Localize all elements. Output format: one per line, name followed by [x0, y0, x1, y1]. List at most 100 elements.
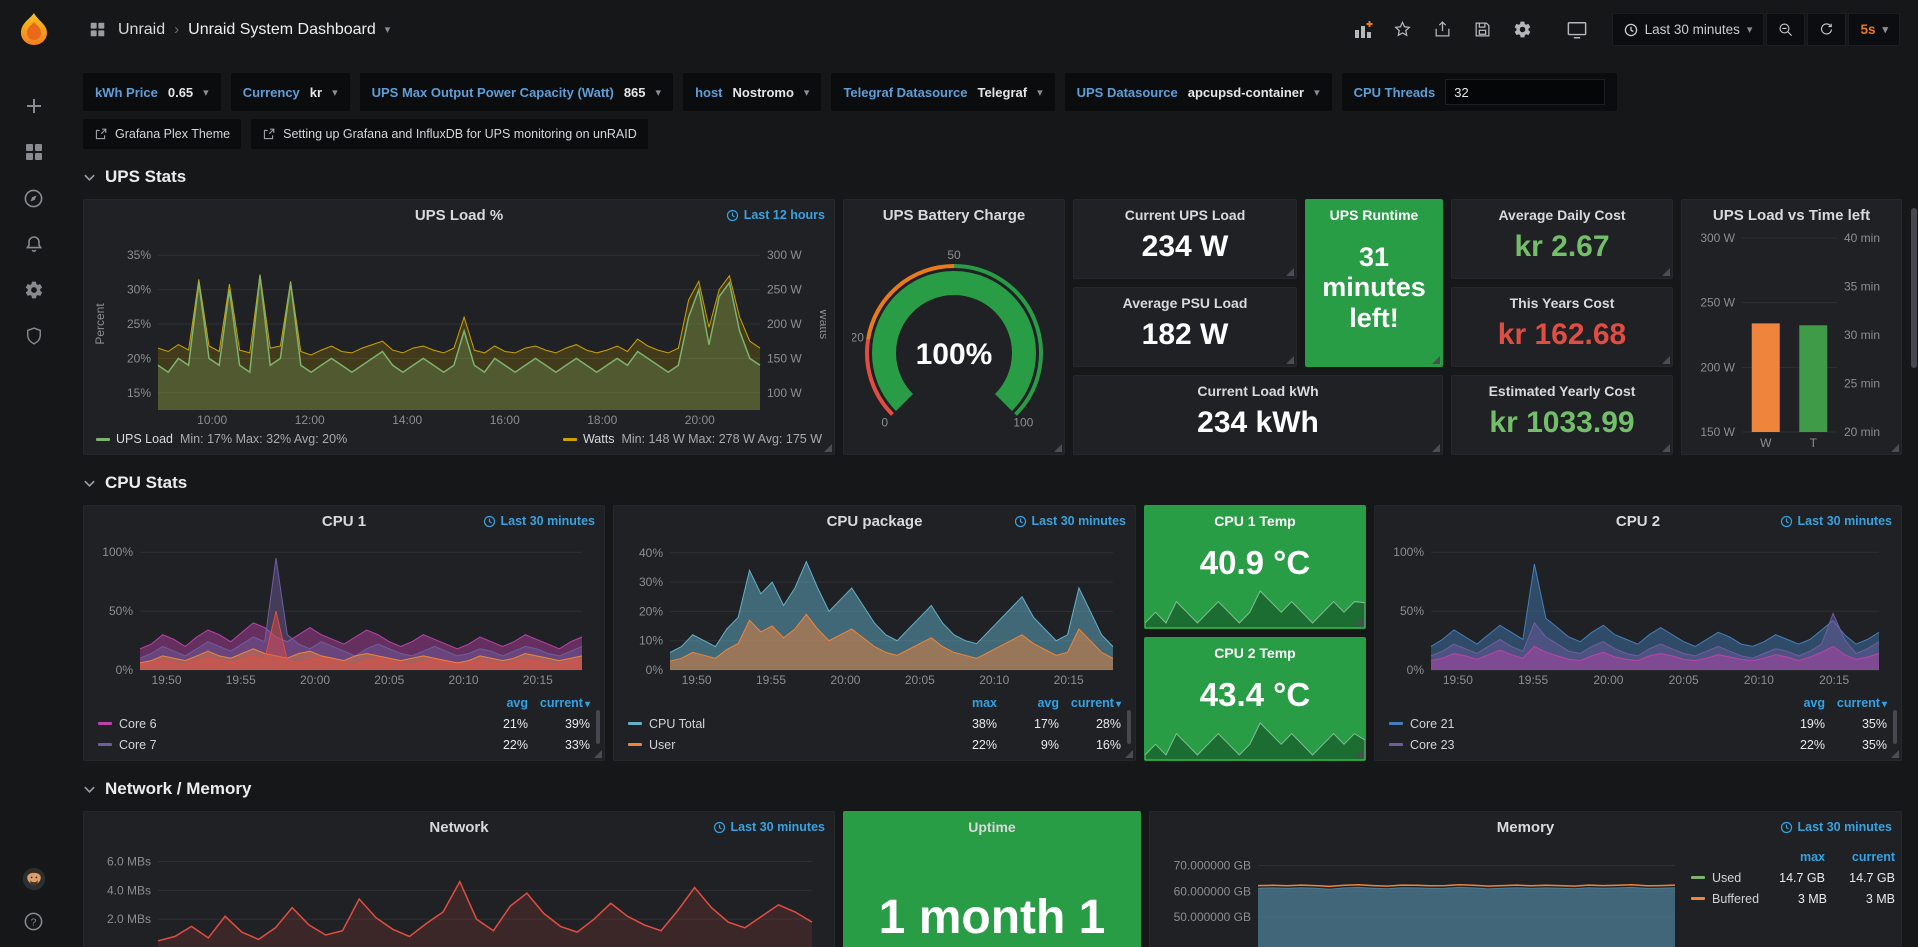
breadcrumb-folder[interactable]: Unraid: [118, 21, 165, 39]
cycle-view-mode-button[interactable]: [1562, 15, 1592, 45]
legend-series[interactable]: Core 21: [1389, 717, 1763, 731]
chevron-down-icon[interactable]: ▾: [385, 23, 391, 36]
panel-title[interactable]: CPU 1: [322, 513, 366, 530]
refresh-interval-dropdown[interactable]: 5s ▾: [1848, 13, 1900, 46]
panel-title[interactable]: Current Load kWh: [1193, 383, 1322, 399]
cpu-threads-input[interactable]: [1445, 79, 1605, 105]
server-admin-shield-icon[interactable]: [22, 324, 46, 348]
panel-title[interactable]: UPS Runtime: [1326, 207, 1423, 223]
navbar: Unraid › Unraid System Dashboard ▾: [67, 0, 1918, 59]
panel-resize-handle[interactable]: [594, 750, 602, 758]
legend-sort-current[interactable]: current▾: [528, 696, 590, 710]
panel-title[interactable]: UPS Load %: [415, 207, 503, 224]
panel-resize-handle[interactable]: [1286, 356, 1294, 364]
legend-sort-current[interactable]: current: [1825, 850, 1895, 864]
panel-resize-handle[interactable]: [1355, 618, 1363, 626]
variable-kwh-price[interactable]: kWh Price 0.65 ▾: [83, 73, 221, 111]
section-ups-stats[interactable]: UPS Stats: [83, 167, 1902, 187]
dashboard-link-grafana-plex-theme[interactable]: Grafana Plex Theme: [83, 119, 241, 149]
dashboards-icon[interactable]: [22, 140, 46, 164]
time-range-picker[interactable]: Last 30 minutes ▾: [1612, 13, 1765, 46]
legend-sort-current[interactable]: current▾: [1825, 696, 1887, 710]
legend-series[interactable]: Core 7: [98, 738, 466, 752]
panel-title[interactable]: CPU 2: [1616, 513, 1660, 530]
add-panel-button[interactable]: [1348, 15, 1378, 45]
panel-title[interactable]: CPU 2 Temp: [1210, 645, 1299, 661]
legend-sort-max[interactable]: max: [1755, 850, 1825, 864]
panel-title[interactable]: CPU 1 Temp: [1210, 513, 1299, 529]
panel-resize-handle[interactable]: [1662, 268, 1670, 276]
panel-title[interactable]: Network: [429, 819, 488, 836]
zoom-out-button[interactable]: [1766, 13, 1805, 46]
legend-series[interactable]: User: [628, 738, 935, 752]
explore-compass-icon[interactable]: [22, 186, 46, 210]
panel-resize-handle[interactable]: [1125, 750, 1133, 758]
legend-series-watts[interactable]: Watts Min: 148 W Max: 278 W Avg: 175 W: [563, 432, 822, 446]
panel-title[interactable]: This Years Cost: [1506, 295, 1619, 311]
panel-resize-handle[interactable]: [1662, 356, 1670, 364]
section-cpu-stats[interactable]: CPU Stats: [83, 473, 1902, 493]
legend-sort-current[interactable]: current▾: [1059, 696, 1121, 710]
panel-resize-handle[interactable]: [1891, 750, 1899, 758]
grafana-logo[interactable]: [14, 10, 54, 50]
network-chart[interactable]: 6.0 MBs4.0 MBs2.0 MBs: [92, 842, 826, 947]
legend-series[interactable]: CPU Total: [628, 717, 935, 731]
ups-load-vs-time-chart[interactable]: 300 W250 W200 W150 W40 min35 min30 min25…: [1690, 230, 1893, 452]
cpu-package-chart[interactable]: 40%30%20%10%0%19:5019:5520:0020:0520:102…: [622, 536, 1127, 688]
ups-load-chart[interactable]: 35%30%25%20%15%300 W250 W200 W150 W100 W…: [92, 230, 826, 428]
panel-title[interactable]: Uptime: [964, 819, 1019, 835]
legend-sort-avg[interactable]: avg: [1763, 696, 1825, 710]
alerting-bell-icon[interactable]: [22, 232, 46, 256]
legend-sort-avg[interactable]: avg: [466, 696, 528, 710]
star-button[interactable]: [1388, 15, 1418, 45]
panel-title[interactable]: Average PSU Load: [1119, 295, 1252, 311]
variable-currency[interactable]: Currency kr ▾: [231, 73, 350, 111]
panel-title[interactable]: Estimated Yearly Cost: [1485, 383, 1640, 399]
dashboard-link-ups-monitoring-guide[interactable]: Setting up Grafana and InfluxDB for UPS …: [251, 119, 648, 149]
dashboard-settings-button[interactable]: [1508, 15, 1538, 45]
cpu1-chart[interactable]: 100%50%0%19:5019:5520:0020:0520:1020:15: [92, 536, 596, 688]
panel-title[interactable]: Memory: [1497, 819, 1555, 836]
save-button[interactable]: [1468, 15, 1498, 45]
panel-title[interactable]: CPU package: [827, 513, 923, 530]
user-avatar[interactable]: [22, 867, 46, 891]
chevron-down-icon: [83, 171, 96, 184]
panel-title[interactable]: UPS Battery Charge: [883, 207, 1026, 224]
share-button[interactable]: [1428, 15, 1458, 45]
variable-ups-datasource[interactable]: UPS Datasource apcupsd-container ▾: [1065, 73, 1332, 111]
legend-sort-avg[interactable]: avg: [997, 696, 1059, 710]
cpu2-chart[interactable]: 100%50%0%19:5019:5520:0020:0520:1020:15: [1383, 536, 1893, 688]
panel-title[interactable]: UPS Load vs Time left: [1713, 207, 1870, 224]
variable-host[interactable]: host Nostromo ▾: [683, 73, 821, 111]
panel-resize-handle[interactable]: [1432, 444, 1440, 452]
memory-chart[interactable]: 70.000000 GB60.000000 GB50.000000 GB: [1158, 842, 1683, 947]
legend-series[interactable]: Core 23: [1389, 738, 1763, 752]
legend-series[interactable]: Core 6: [98, 717, 466, 731]
legend-scrollbar[interactable]: [1127, 710, 1131, 744]
configuration-gear-icon[interactable]: [22, 278, 46, 302]
legend-series-ups-load[interactable]: UPS Load Min: 17% Max: 32% Avg: 20%: [96, 432, 347, 446]
legend-series[interactable]: Used: [1691, 871, 1755, 885]
panel-title[interactable]: Average Daily Cost: [1494, 207, 1629, 223]
panel-resize-handle[interactable]: [1286, 268, 1294, 276]
panel-resize-handle[interactable]: [824, 444, 832, 452]
breadcrumb-dashboard-title[interactable]: Unraid System Dashboard: [188, 21, 376, 39]
help-icon[interactable]: ?: [22, 909, 46, 933]
legend-scrollbar[interactable]: [596, 710, 600, 744]
legend-sort-max[interactable]: max: [935, 696, 997, 710]
section-network-memory[interactable]: Network / Memory: [83, 779, 1902, 799]
svg-text:W: W: [1760, 436, 1772, 450]
create-plus-icon[interactable]: [22, 94, 46, 118]
panel-resize-handle[interactable]: [1662, 444, 1670, 452]
panel-resize-handle[interactable]: [1891, 444, 1899, 452]
panel-resize-handle[interactable]: [1355, 750, 1363, 758]
variable-ups-max-output[interactable]: UPS Max Output Power Capacity (Watt) 865…: [360, 73, 673, 111]
panel-resize-handle[interactable]: [1432, 356, 1440, 364]
panel-title[interactable]: Current UPS Load: [1121, 207, 1250, 223]
refresh-button[interactable]: [1807, 13, 1846, 46]
legend-scrollbar[interactable]: [1893, 710, 1897, 744]
legend-series[interactable]: Buffered: [1691, 892, 1759, 906]
panel-resize-handle[interactable]: [1054, 444, 1062, 452]
variable-telegraf-datasource[interactable]: Telegraf Datasource Telegraf ▾: [831, 73, 1054, 111]
window-scrollbar-thumb[interactable]: [1911, 208, 1917, 368]
